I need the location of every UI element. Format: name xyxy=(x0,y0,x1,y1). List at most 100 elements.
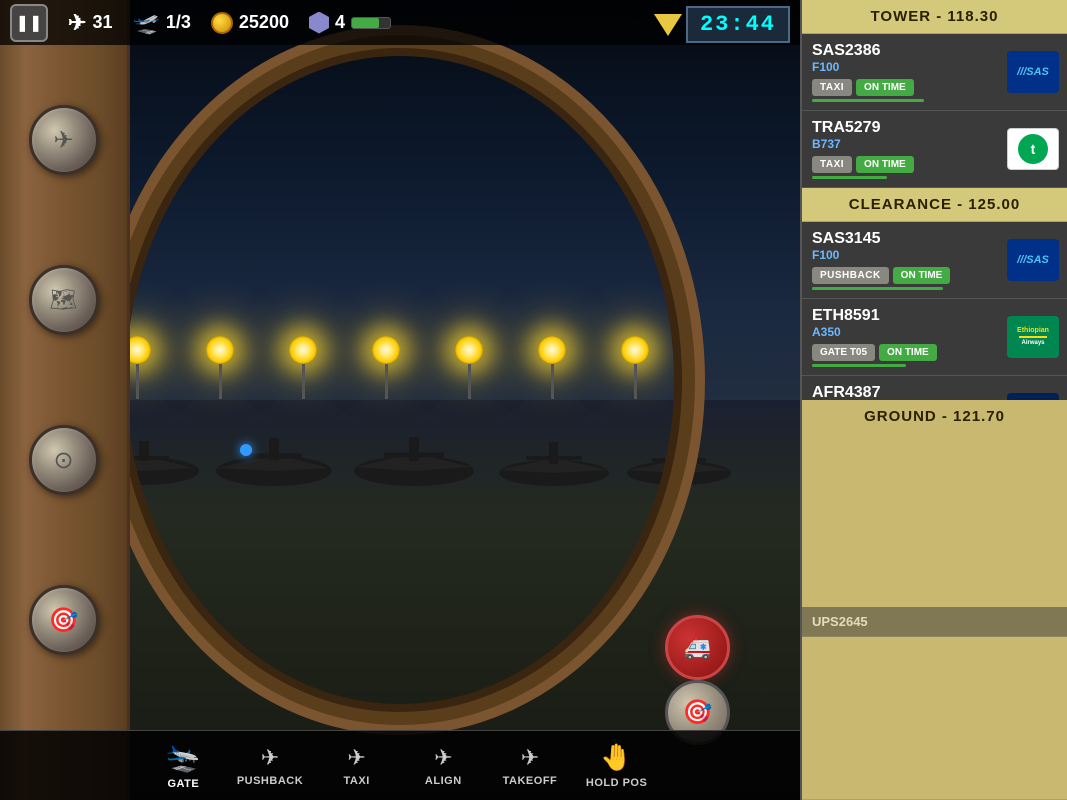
type-sas2386: F100 xyxy=(812,60,999,74)
top-bar: ❚❚ ✈ 31 🛫 1/3 25200 4 23:44 xyxy=(0,0,800,45)
logo-subtext-eth8591: Airways xyxy=(1021,340,1044,347)
action-btn-sas3145[interactable]: PUSHBACK xyxy=(812,267,889,284)
clock-display: 23:44 xyxy=(654,6,790,43)
action-btn-tra5279[interactable]: TAXI xyxy=(812,156,852,173)
toolbar-pushback[interactable]: ✈ PUSHBACK xyxy=(235,745,305,787)
light-pole-7 xyxy=(538,336,566,399)
status-btn-tra5279[interactable]: ON TIME xyxy=(856,156,914,173)
light-glow xyxy=(206,336,234,364)
coin-icon xyxy=(211,12,233,34)
shield-count: 4 xyxy=(335,12,345,33)
emergency-button[interactable]: 🚑 xyxy=(665,615,730,680)
light-glow xyxy=(538,336,566,364)
light-pole-6 xyxy=(455,336,483,399)
light-pole-8 xyxy=(621,336,649,399)
callsign-sas3145: SAS3145 xyxy=(812,230,999,248)
pole-stem xyxy=(385,364,388,399)
status-btn-sas3145[interactable]: ON TIME xyxy=(893,267,951,284)
bottom-toolbar: 🛬 GATE ✈ PUSHBACK ✈ TAXI ✈ ALIGN ✈ TAKEO… xyxy=(0,730,800,800)
clearance-frequency-header[interactable]: CLEARANCE - 125.00 xyxy=(802,188,1067,222)
toolbar-gate[interactable]: 🛬 GATE xyxy=(148,741,218,790)
buttons-eth8591: GATE T05 ON TIME xyxy=(812,344,999,361)
align-icon: ✈ xyxy=(434,745,452,771)
callsign-ups2645: UPS2645 xyxy=(812,614,1059,629)
flight-card-tra5279[interactable]: TRA5279 B737 TAXI ON TIME t xyxy=(802,111,1067,188)
flight-card-eth8591[interactable]: ETH8591 A350 GATE T05 ON TIME Ethiopian … xyxy=(802,299,1067,376)
taxi-icon: ✈ xyxy=(347,745,365,771)
flight-info-sas3145: SAS3145 F100 PUSHBACK ON TIME xyxy=(812,230,999,290)
flight-card-sas3145[interactable]: SAS3145 F100 PUSHBACK ON TIME ///SAS xyxy=(802,222,1067,299)
pole-stem xyxy=(302,364,305,399)
status-btn-sas2386[interactable]: ON TIME xyxy=(856,79,914,96)
progress-eth8591 xyxy=(812,364,906,367)
light-glow xyxy=(372,336,400,364)
pole-stem xyxy=(136,364,139,399)
emergency-icon: 🚑 xyxy=(684,635,711,661)
light-pole-4 xyxy=(289,336,317,399)
tower-frequency-header[interactable]: TOWER - 118.30 xyxy=(802,0,1067,34)
progress-sas2386 xyxy=(812,99,924,102)
toolbar-takeoff[interactable]: ✈ TAKEOFF xyxy=(495,745,565,787)
aircraft-view-button[interactable]: ✈ xyxy=(29,105,99,175)
callsign-eth8591: ETH8591 xyxy=(812,307,999,325)
toolbar-align[interactable]: ✈ ALIGN xyxy=(408,745,478,787)
takeoff-label: TAKEOFF xyxy=(503,775,558,787)
atc-panel: TOWER - 118.30 SAS2386 F100 TAXI ON TIME… xyxy=(800,0,1067,800)
pause-button[interactable]: ❚❚ xyxy=(10,4,48,42)
active-flights: 🛫 1/3 xyxy=(132,10,190,36)
target-view-button[interactable]: 🎯 xyxy=(29,585,99,655)
planes-svg xyxy=(64,416,744,496)
logo-sas3145: ///SAS xyxy=(1007,239,1059,281)
pushback-label: PUSHBACK xyxy=(237,775,303,787)
action-btn-eth8591[interactable]: GATE T05 xyxy=(812,344,875,361)
progress-tra5279 xyxy=(812,176,887,179)
type-tra5279: B737 xyxy=(812,137,999,151)
action-btn-sas2386[interactable]: TAXI xyxy=(812,79,852,96)
parked-planes xyxy=(64,416,744,496)
pole-stem xyxy=(468,364,471,399)
aircraft-icon: ✈ xyxy=(53,126,73,155)
gate-icon: 🛬 xyxy=(166,741,201,774)
light-glow xyxy=(621,336,649,364)
toolbar-holdpos[interactable]: 🤚 HOLD POS xyxy=(582,742,652,789)
light-pole-3 xyxy=(206,336,234,399)
progress-sas3145 xyxy=(812,287,943,290)
status-btn-eth8591[interactable]: ON TIME xyxy=(879,344,937,361)
side-panel: ✈ 🗺 ⊙ 🎯 xyxy=(0,0,130,800)
pole-stem xyxy=(634,364,637,399)
callsign-tra5279: TRA5279 xyxy=(812,119,999,137)
plane-active-icon: 🛫 xyxy=(132,10,159,36)
flight-info-tra5279: TRA5279 B737 TAXI ON TIME xyxy=(812,119,999,179)
callsign-sas2386: SAS2386 xyxy=(812,42,999,60)
ground-frequency-label: GROUND - 121.70 xyxy=(864,408,1005,425)
map-icon: 🗺 xyxy=(50,287,78,313)
coins-display: 25200 xyxy=(211,12,289,34)
camera-view-button[interactable]: ⊙ xyxy=(29,425,99,495)
logo-sas2386: ///SAS xyxy=(1007,51,1059,93)
logo-text-sas2386: ///SAS xyxy=(1017,66,1049,78)
shield-icon xyxy=(309,12,329,34)
flight-info-sas2386: SAS2386 F100 TAXI ON TIME xyxy=(812,42,999,102)
buttons-sas3145: PUSHBACK ON TIME xyxy=(812,267,999,284)
active-ratio: 1/3 xyxy=(166,12,191,33)
logo-eth8591: Ethiopian Airways xyxy=(1007,316,1059,358)
flight-card-sas2386[interactable]: SAS2386 F100 TAXI ON TIME ///SAS xyxy=(802,34,1067,111)
light-pole-5 xyxy=(372,336,400,399)
ground-frequency-header[interactable]: GROUND - 121.70 xyxy=(802,400,1067,800)
map-view-button[interactable]: 🗺 xyxy=(29,265,99,335)
waiting-flights: ✈ 31 xyxy=(68,10,112,36)
plane-waiting-icon: ✈ xyxy=(68,10,86,36)
pushback-icon: ✈ xyxy=(261,745,279,771)
aircraft-indicator xyxy=(240,444,252,456)
pole-stem xyxy=(551,364,554,399)
clearance-frequency-label: CLEARANCE - 125.00 xyxy=(849,196,1020,213)
airport-lights xyxy=(40,336,760,399)
flight-info-ups2645: UPS2645 xyxy=(812,614,1059,629)
flight-card-ups2645-partial[interactable]: UPS2645 xyxy=(802,607,1067,637)
type-sas3145: F100 xyxy=(812,248,999,262)
toolbar-taxi[interactable]: ✈ TAXI xyxy=(322,745,392,787)
gate-label: GATE xyxy=(167,778,199,790)
flight-info-eth8591: ETH8591 A350 GATE T05 ON TIME xyxy=(812,307,999,367)
light-glow xyxy=(455,336,483,364)
pause-icon: ❚❚ xyxy=(16,13,43,33)
